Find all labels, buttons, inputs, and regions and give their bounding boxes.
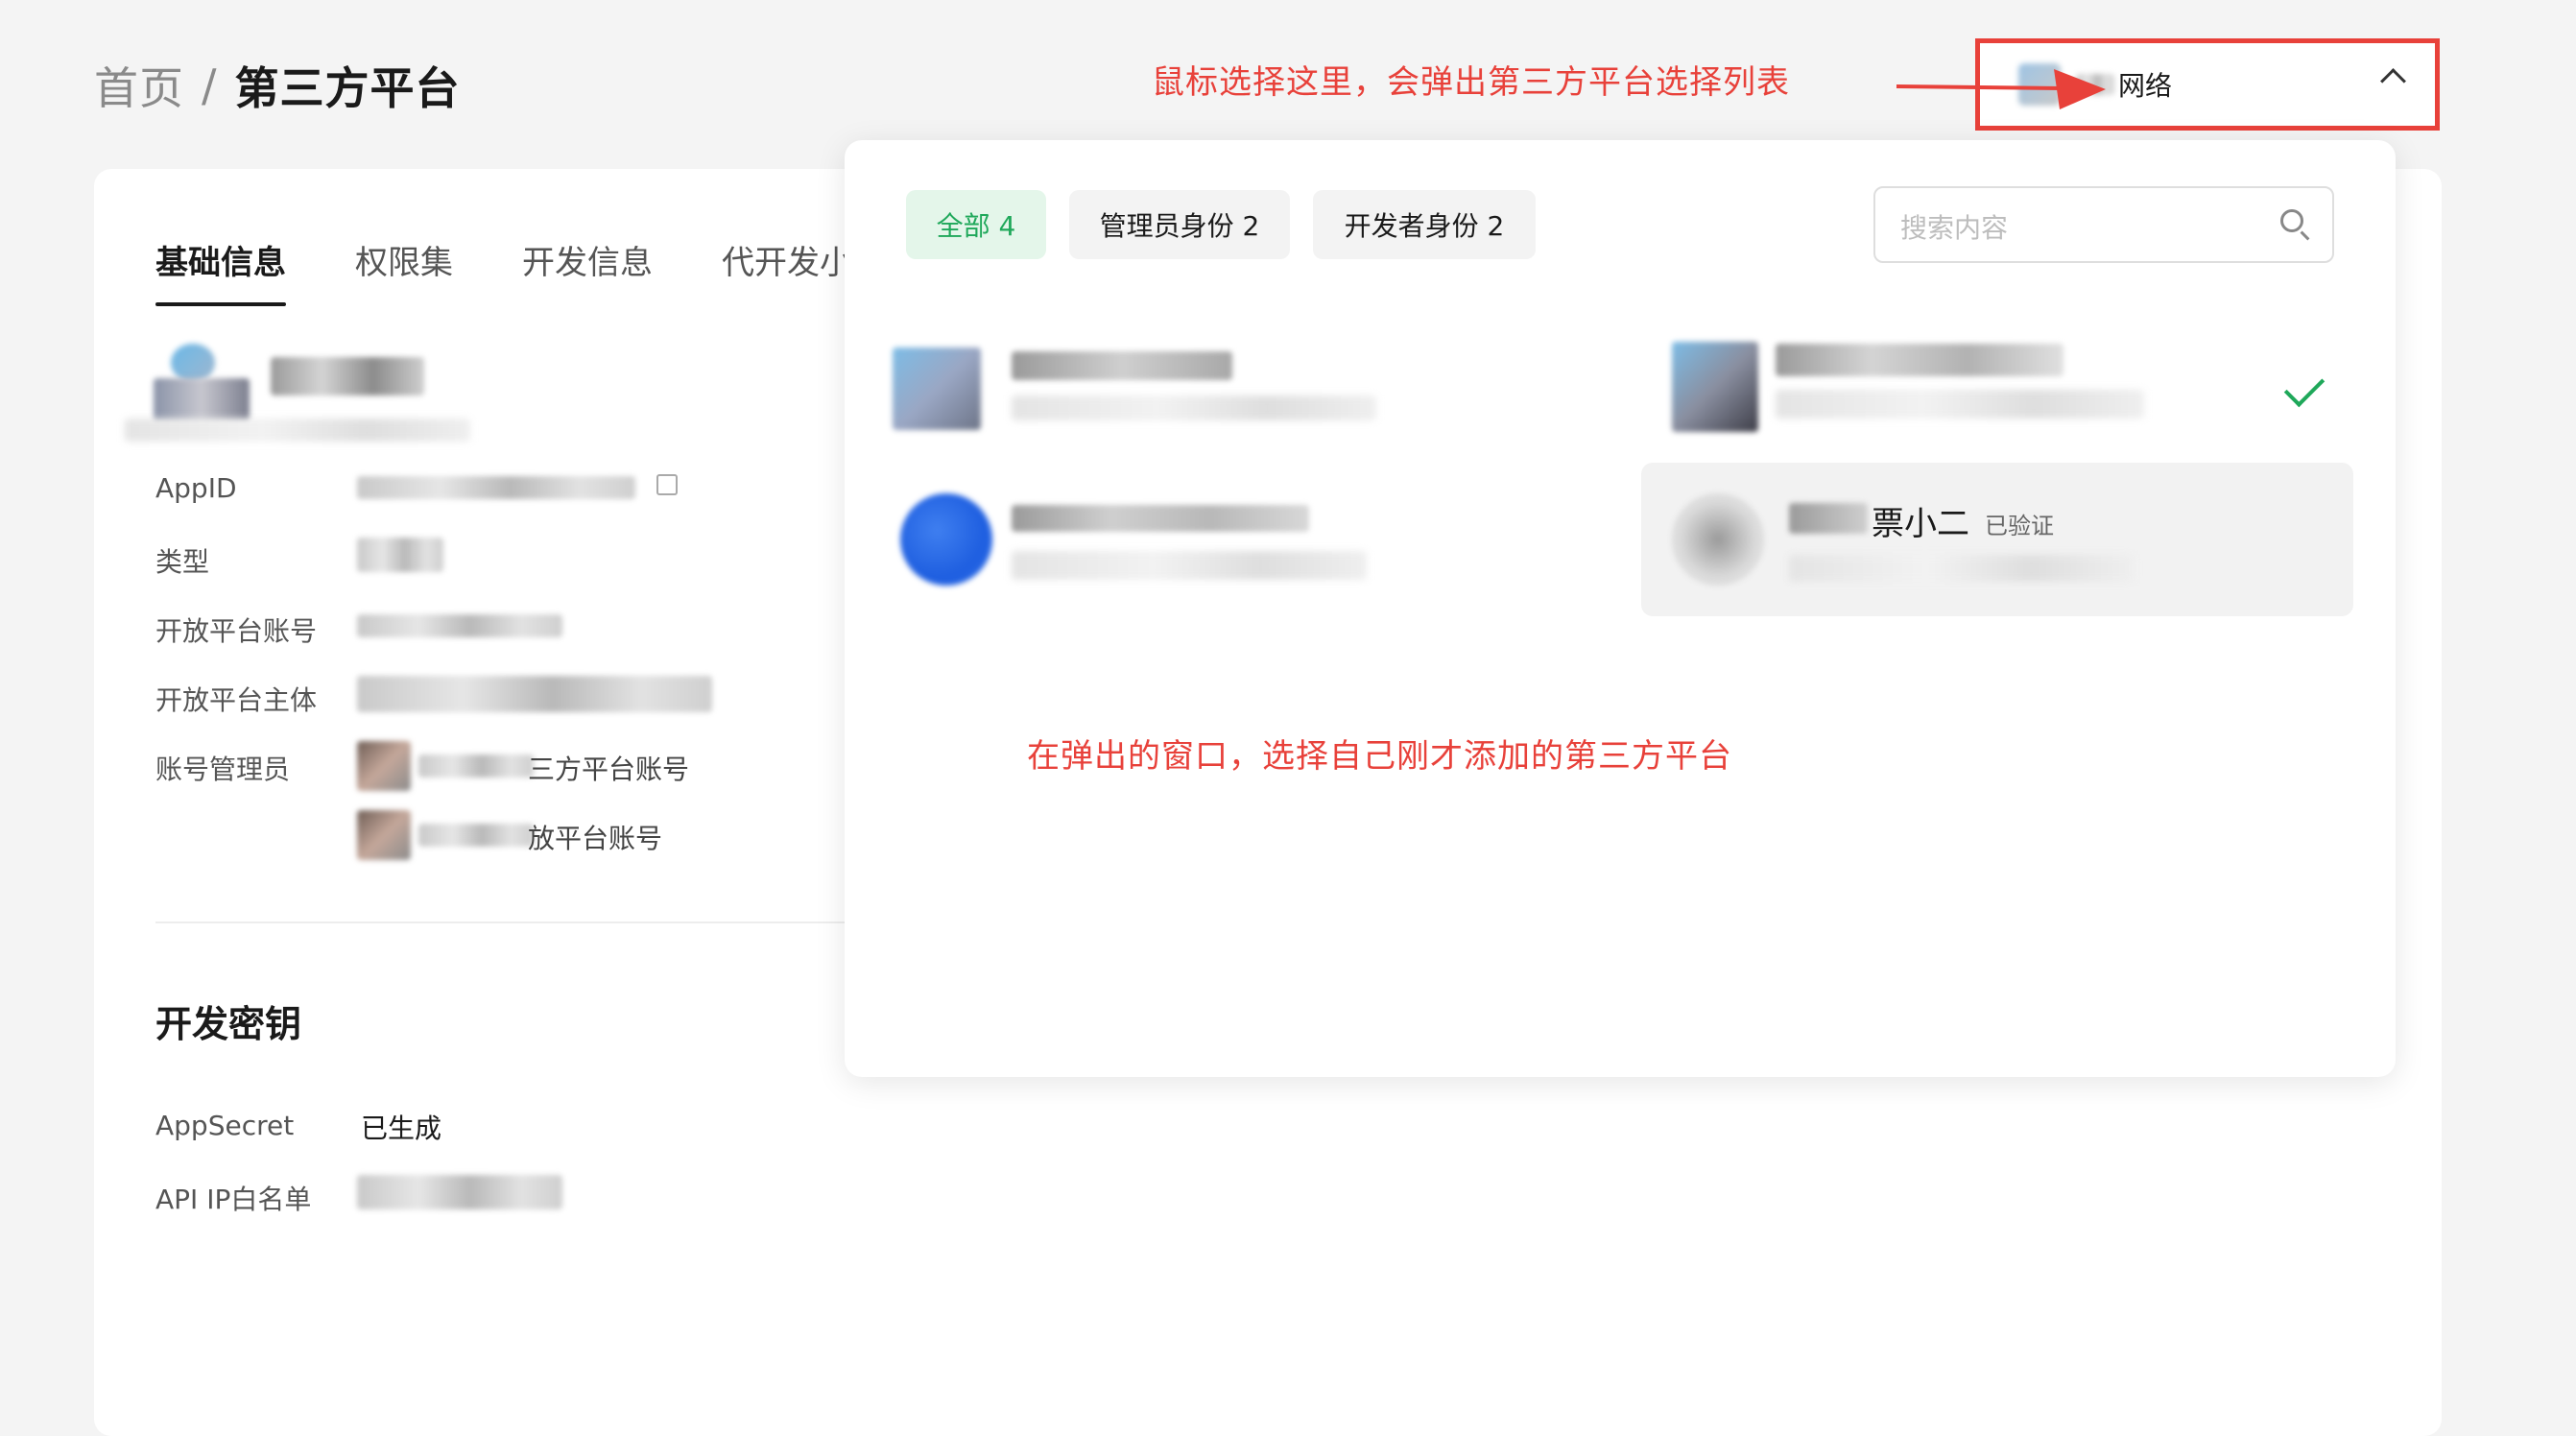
type-label: 类型 — [155, 546, 210, 578]
account-name — [1012, 351, 1232, 380]
admin-avatar-2 — [357, 810, 411, 860]
admin-label: 账号管理员 — [155, 754, 291, 785]
open-platform-account-value — [357, 614, 562, 637]
account-name: 票小二 — [1872, 505, 1969, 543]
account-avatar — [893, 347, 981, 430]
search-placeholder: 搜索内容 — [1900, 212, 2009, 244]
tab-agent-dev[interactable]: 代开发小 — [722, 236, 852, 306]
open-platform-entity-label: 开放平台主体 — [155, 684, 318, 716]
page-title: 第三方平台 — [234, 62, 461, 114]
admin-account-2: 放平台账号 — [528, 823, 663, 854]
admin-name-2 — [418, 824, 534, 847]
appid-label: AppID — [155, 472, 237, 504]
breadcrumb: 首页 / 第三方平台 — [94, 54, 461, 117]
tab-permissions[interactable]: 权限集 — [355, 236, 453, 306]
account-name — [1776, 344, 2063, 376]
annotation-arrow — [1896, 69, 2106, 109]
account-item-2[interactable] — [1672, 336, 2209, 432]
account-item-3[interactable] — [893, 488, 1392, 593]
section-divider — [155, 921, 847, 923]
chevron-up-icon — [2380, 68, 2406, 94]
open-platform-account-label: 开放平台账号 — [155, 615, 318, 647]
account-avatar — [900, 493, 992, 586]
open-platform-entity-value — [357, 676, 712, 712]
admin-avatar-1 — [357, 741, 411, 791]
search-input[interactable]: 搜索内容 — [1873, 186, 2334, 263]
annotation-middle: 在弹出的窗口，选择自己刚才添加的第三方平台 — [1027, 737, 1732, 776]
account-name — [1012, 505, 1309, 532]
dev-key-title: 开发密钥 — [155, 1003, 302, 1045]
appsecret-value: 已生成 — [361, 1113, 442, 1144]
annotation-top: 鼠标选择这里，会弹出第三方平台选择列表 — [1152, 63, 1790, 102]
tab-basic-info[interactable]: 基础信息 — [155, 236, 286, 306]
search-icon[interactable] — [2280, 209, 2303, 232]
account-name-blur — [1789, 503, 1868, 534]
account-item-1[interactable] — [893, 338, 1392, 434]
tab-bar: 基础信息 权限集 开发信息 代开发小 — [155, 236, 921, 306]
platform-name — [271, 357, 424, 395]
breadcrumb-home[interactable]: 首页 — [94, 54, 184, 117]
breadcrumb-separator: / — [202, 60, 218, 111]
verified-badge: 已验证 — [1985, 513, 2054, 539]
platform-avatar — [154, 344, 250, 426]
admin-name-1 — [418, 754, 534, 778]
appsecret-label: AppSecret — [155, 1110, 295, 1141]
ip-whitelist-value — [357, 1175, 562, 1209]
filter-admin[interactable]: 管理员身份 2 — [1069, 190, 1290, 259]
tab-dev-info[interactable]: 开发信息 — [522, 236, 653, 306]
filter-developer[interactable]: 开发者身份 2 — [1313, 190, 1536, 259]
account-desc — [1012, 551, 1367, 580]
platform-subtitle — [125, 419, 470, 442]
copy-icon[interactable] — [656, 474, 678, 495]
account-avatar — [1672, 493, 1764, 586]
appid-value — [357, 476, 635, 499]
filter-all[interactable]: 全部 4 — [906, 190, 1046, 259]
type-value — [357, 538, 443, 572]
selector-label: 网络 — [2118, 70, 2173, 102]
account-desc — [1012, 395, 1376, 420]
account-desc — [1789, 555, 2135, 582]
admin-account-1: 三方平台账号 — [528, 754, 690, 785]
account-avatar — [1672, 342, 1758, 432]
ip-whitelist-label: API IP白名单 — [155, 1184, 312, 1215]
account-desc — [1776, 390, 2144, 419]
